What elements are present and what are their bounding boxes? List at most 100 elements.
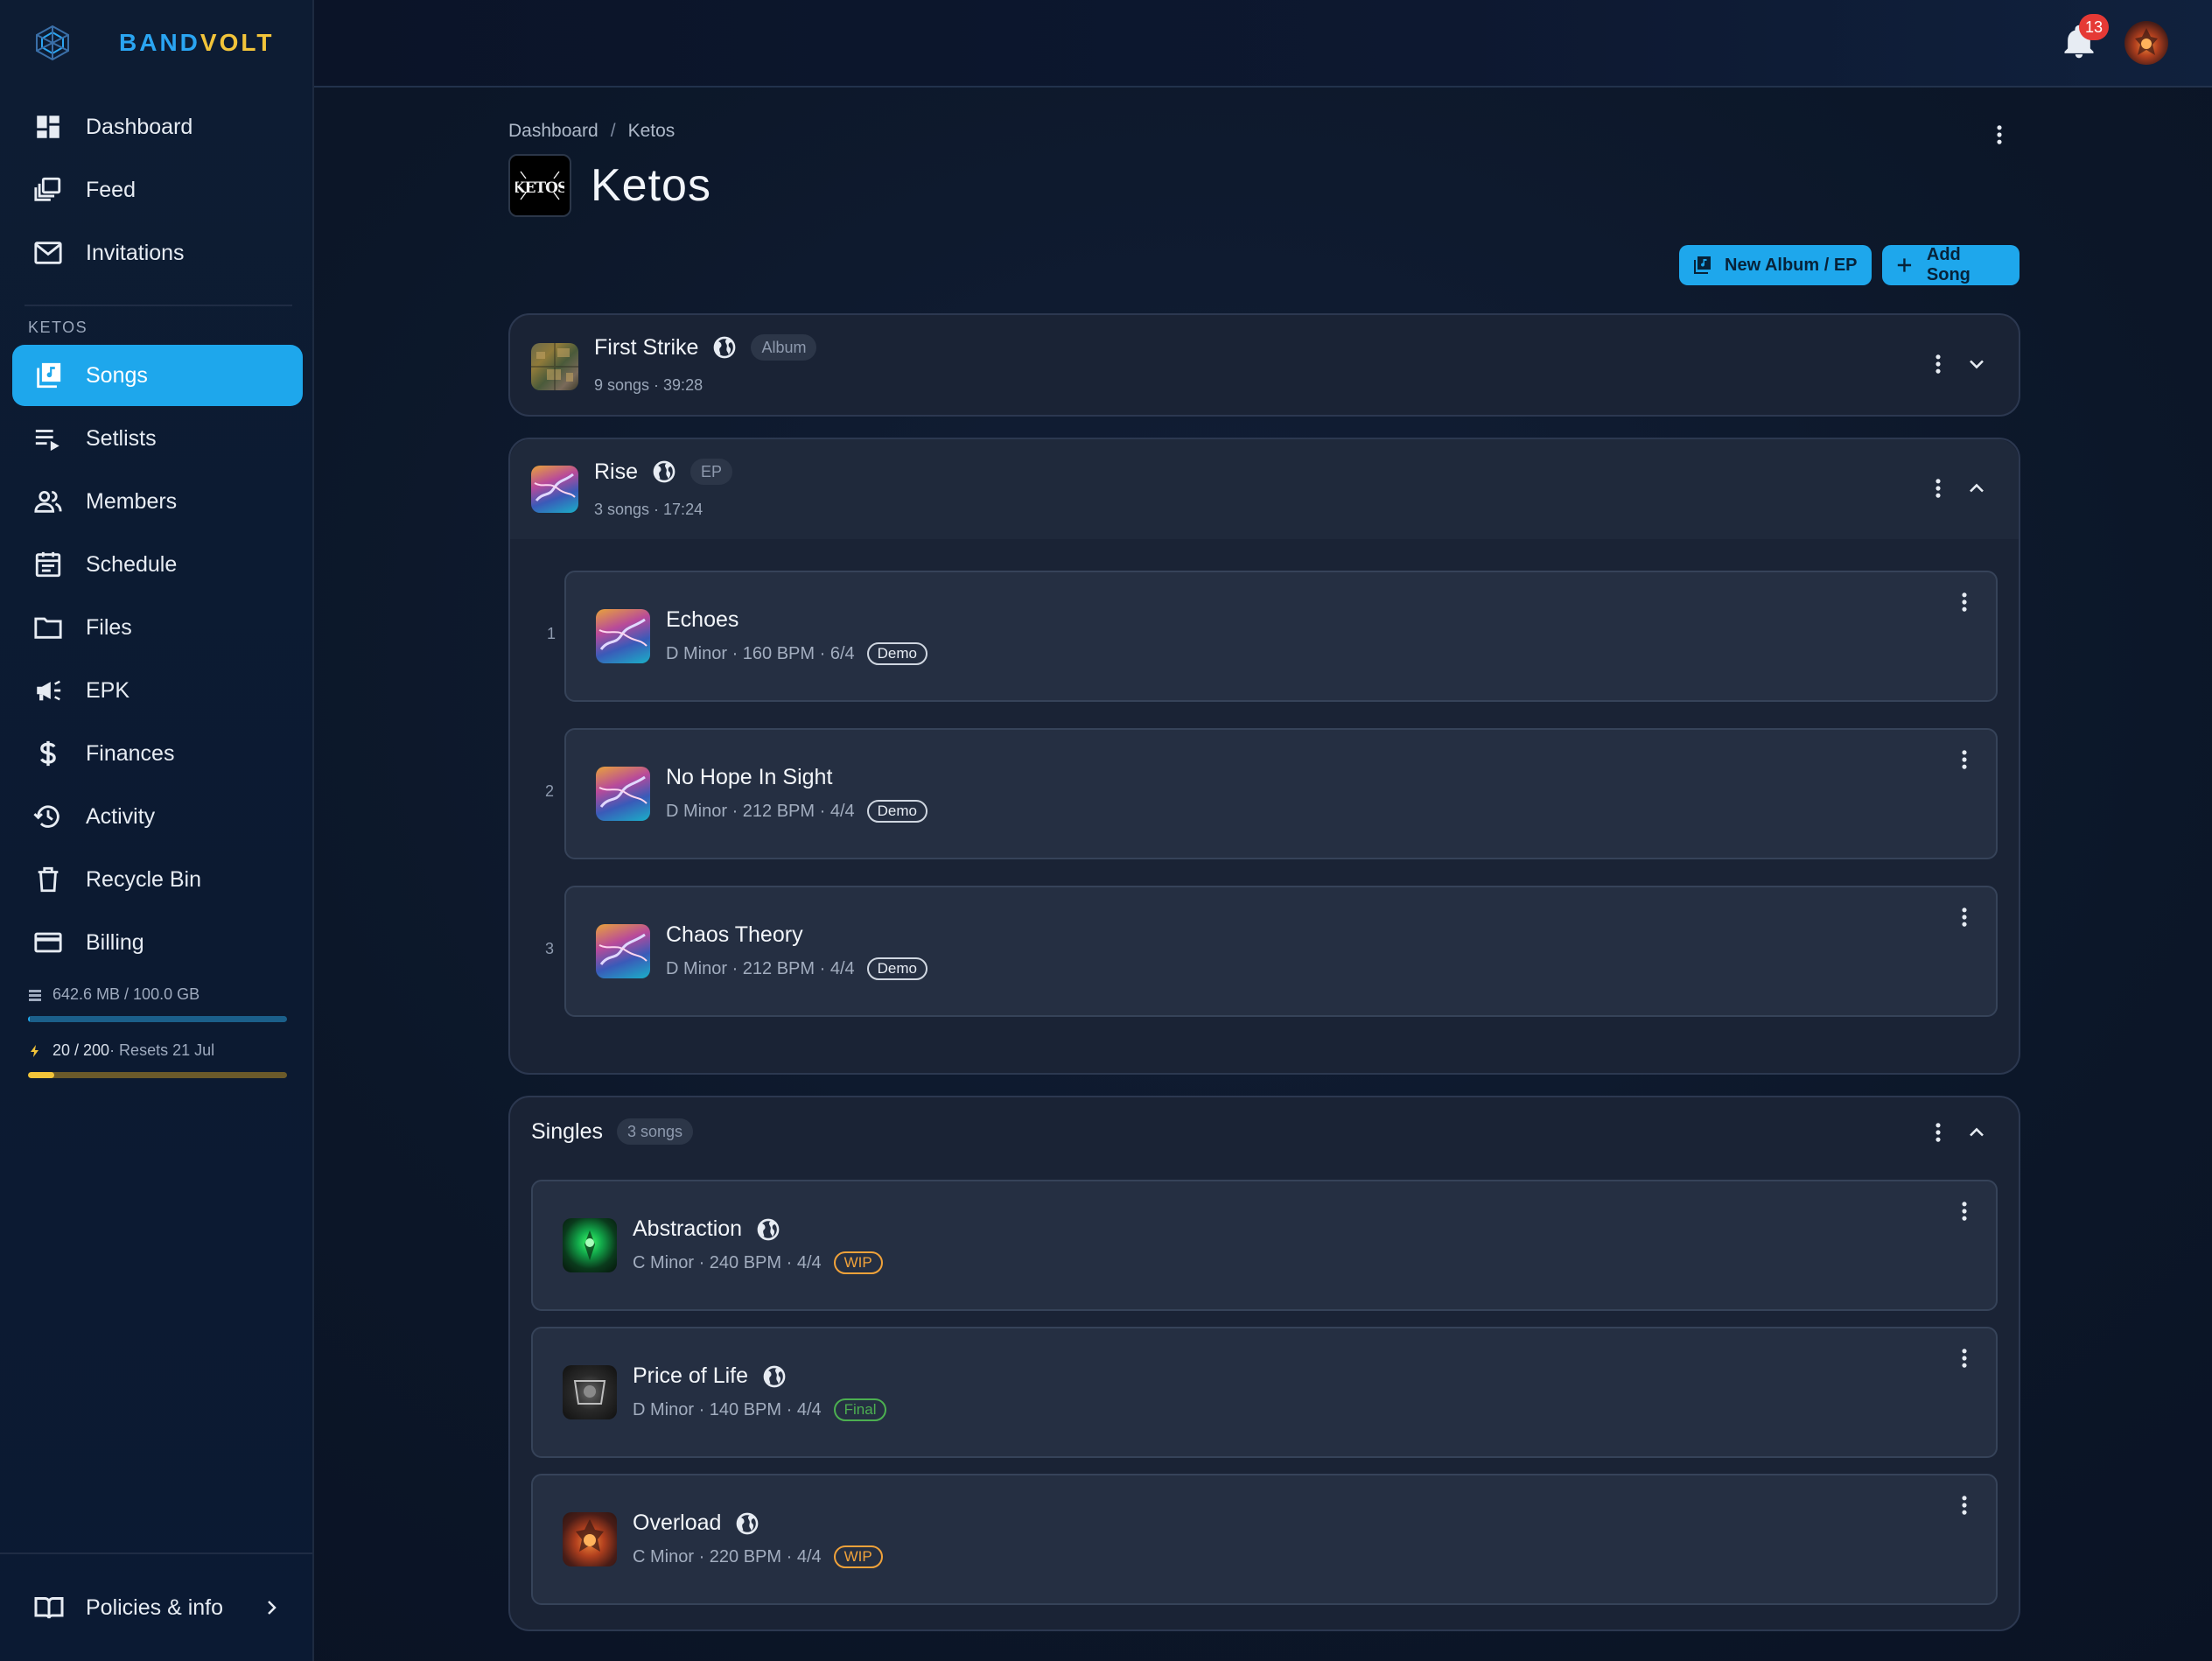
sidebar-item-label: Activity bbox=[86, 803, 156, 829]
globe-icon bbox=[757, 1218, 780, 1240]
album-more-menu-icon[interactable] bbox=[1926, 352, 1950, 376]
song-number: 2 bbox=[545, 782, 555, 800]
storage-icon bbox=[29, 989, 41, 1001]
mail-icon bbox=[34, 242, 62, 264]
storage-text: 642.6 MB / 100.0 GB bbox=[52, 985, 200, 1003]
song-cover-art-icon bbox=[573, 1380, 606, 1405]
song-row[interactable]: Overload C Minor · 220 BPM · 4/4 WIP bbox=[531, 1474, 1998, 1605]
top-bar bbox=[314, 0, 2212, 88]
album-title: First Strike bbox=[594, 334, 699, 360]
sidebar-item-feed[interactable]: Feed bbox=[12, 159, 303, 221]
brand-name: BANDVOLT bbox=[119, 29, 275, 56]
sidebar-item-label: Setlists bbox=[86, 425, 157, 451]
add-song-button[interactable]: Add Song bbox=[1882, 245, 2020, 285]
song-meta: D Minor · 212 BPM · 4/4 bbox=[666, 801, 855, 821]
song-meta-row: D Minor · 212 BPM · 4/4 Demo bbox=[666, 800, 928, 823]
sidebar: BANDVOLT Dashboard Feed Invitations KETO… bbox=[0, 0, 314, 1661]
album-header[interactable]: First Strike Album 9 songs · 39:28 bbox=[510, 315, 2019, 413]
song-row[interactable]: Price of Life D Minor · 140 BPM · 4/4 Fin… bbox=[531, 1327, 1998, 1458]
album-header[interactable]: Rise EP 3 songs · 17:24 bbox=[510, 439, 2019, 539]
song-meta: D Minor · 212 BPM · 4/4 bbox=[666, 958, 855, 978]
song-row[interactable]: Echoes D Minor · 160 BPM · 6/4 Demo bbox=[564, 571, 1998, 702]
plus-icon bbox=[1897, 258, 1912, 272]
song-status-badge: WIP bbox=[833, 1545, 883, 1568]
sidebar-item-epk[interactable]: EPK bbox=[12, 660, 303, 721]
sidebar-item-label: Billing bbox=[86, 929, 144, 955]
song-meta-row: D Minor · 212 BPM · 4/4 Demo bbox=[666, 957, 928, 980]
sidebar-item-label: Songs bbox=[86, 362, 148, 388]
song-title-row: Price of Life bbox=[633, 1363, 787, 1389]
trash-icon bbox=[38, 866, 59, 893]
bolt-icon bbox=[31, 1044, 38, 1057]
album-cover bbox=[531, 343, 578, 390]
sidebar-item-billing[interactable]: Billing bbox=[12, 912, 303, 973]
album-title-row: Rise EP bbox=[594, 459, 733, 485]
sidebar-item-label: Finances bbox=[86, 740, 175, 766]
chevron-up-icon[interactable] bbox=[1964, 476, 1989, 501]
album-more-menu-icon[interactable] bbox=[1926, 476, 1950, 501]
song-more-menu-icon[interactable] bbox=[1952, 747, 1977, 772]
new-album-ep-button[interactable]: New Album / EP bbox=[1679, 245, 1872, 285]
song-row[interactable]: Chaos Theory D Minor · 212 BPM · 4/4 Demo bbox=[564, 886, 1998, 1017]
page-more-menu-icon[interactable] bbox=[1987, 123, 2012, 147]
song-cover-art-icon bbox=[598, 618, 648, 650]
album-subtitle: 9 songs · 39:28 bbox=[594, 376, 704, 394]
song-row[interactable]: No Hope In Sight D Minor · 212 BPM · 4/4… bbox=[564, 728, 1998, 859]
singles-count-chip: 3 songs bbox=[617, 1118, 694, 1145]
sidebar-item-label: Dashboard bbox=[86, 114, 193, 139]
singles-title: Singles bbox=[531, 1118, 603, 1144]
singles-header[interactable]: Singles 3 songs bbox=[510, 1097, 2019, 1167]
song-number: 1 bbox=[547, 625, 556, 642]
sidebar-item-schedule[interactable]: Schedule bbox=[12, 534, 303, 595]
song-status-badge: Demo bbox=[866, 642, 928, 665]
sidebar-item-files[interactable]: Files bbox=[12, 597, 303, 658]
bandvolt-logo-icon bbox=[36, 25, 69, 61]
breadcrumb-current: Ketos bbox=[627, 121, 676, 141]
storage-meter: 642.6 MB / 100.0 GB bbox=[28, 985, 287, 1022]
song-meta: D Minor · 160 BPM · 6/4 bbox=[666, 643, 855, 663]
breadcrumb-dashboard-link[interactable]: Dashboard bbox=[508, 121, 598, 142]
sidebar-item-dashboard[interactable]: Dashboard bbox=[12, 96, 303, 158]
chevron-down-icon[interactable] bbox=[1964, 352, 1989, 376]
album-card: First Strike Album 9 songs · 39:28 bbox=[508, 313, 2020, 417]
singles-card: Singles 3 songs Abstraction C Minor · 24… bbox=[508, 1096, 2020, 1631]
song-more-menu-icon[interactable] bbox=[1952, 1199, 1977, 1223]
songs-icon bbox=[37, 362, 61, 389]
album-card: Rise EP 3 songs · 17:24 1 Echoes D Minor… bbox=[508, 438, 2020, 1075]
calendar-icon bbox=[35, 551, 61, 578]
new-album-label: New Album / EP bbox=[1725, 255, 1858, 275]
song-more-menu-icon[interactable] bbox=[1952, 1346, 1977, 1370]
sidebar-item-setlists[interactable]: Setlists bbox=[12, 408, 303, 469]
sidebar-item-members[interactable]: Members bbox=[12, 471, 303, 532]
song-number: 3 bbox=[545, 940, 555, 957]
song-more-menu-icon[interactable] bbox=[1952, 1493, 1977, 1517]
user-avatar[interactable] bbox=[2124, 21, 2168, 65]
album-subtitle: 3 songs · 17:24 bbox=[594, 501, 704, 518]
song-cover-art-icon bbox=[576, 1519, 604, 1552]
policies-label: Policies & info bbox=[86, 1594, 224, 1620]
song-row[interactable]: Abstraction C Minor · 240 BPM · 4/4 WIP bbox=[531, 1180, 1998, 1311]
sidebar-item-finances[interactable]: Finances bbox=[12, 723, 303, 784]
album-cover bbox=[531, 466, 578, 513]
song-cover-art-icon bbox=[598, 775, 648, 808]
members-icon bbox=[34, 490, 62, 513]
singles-title-row: Singles 3 songs bbox=[531, 1118, 694, 1145]
song-cover-art-icon bbox=[598, 933, 648, 965]
song-meta-row: D Minor · 160 BPM · 6/4 Demo bbox=[666, 642, 928, 665]
brand[interactable]: BANDVOLT bbox=[33, 21, 274, 65]
sidebar-item-activity[interactable]: Activity bbox=[12, 786, 303, 847]
sidebar-item-songs[interactable]: Songs bbox=[12, 345, 303, 406]
sidebar-item-invitations[interactable]: Invitations bbox=[12, 222, 303, 284]
history-icon bbox=[33, 805, 60, 828]
sidebar-item-label: Members bbox=[86, 488, 178, 514]
breadcrumb: Dashboard / Ketos bbox=[508, 121, 675, 142]
song-more-menu-icon[interactable] bbox=[1952, 590, 1977, 614]
chevron-up-icon[interactable] bbox=[1964, 1120, 1989, 1145]
song-meta: D Minor · 140 BPM · 4/4 bbox=[633, 1399, 822, 1419]
sidebar-item-label: Files bbox=[86, 614, 132, 640]
policies-info-button[interactable]: Policies & info bbox=[12, 1577, 303, 1638]
song-more-menu-icon[interactable] bbox=[1952, 905, 1977, 929]
storage-track bbox=[28, 1016, 287, 1022]
sidebar-item-recycle-bin[interactable]: Recycle Bin bbox=[12, 849, 303, 910]
singles-more-menu-icon[interactable] bbox=[1926, 1120, 1950, 1145]
